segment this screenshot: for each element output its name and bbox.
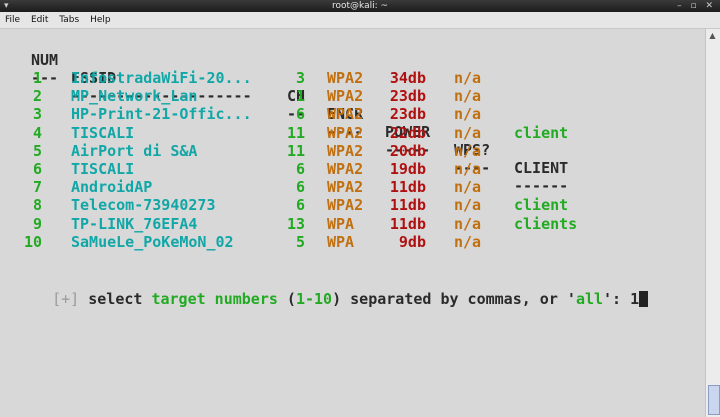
row-essid: TISCALI: [71, 123, 135, 142]
row-essid: InfostradaWiFi-20...: [71, 69, 252, 87]
menu-tabs[interactable]: Tabs: [59, 15, 79, 25]
row-wps: n/a: [454, 214, 482, 233]
row-num: 6: [32, 160, 42, 178]
terminal-window: ▾ root@kali: ~ – ▫ ✕ File Edit Tabs Help…: [0, 0, 720, 417]
row-essid: AndroidAP: [71, 178, 153, 197]
row-power: 9db: [398, 232, 426, 251]
row-client: clients: [514, 214, 578, 233]
menu-help[interactable]: Help: [90, 15, 111, 25]
title-bar: ▾ root@kali: ~ – ▫ ✕: [0, 0, 720, 12]
row-num: 2: [32, 87, 42, 106]
row-wps: n/a: [454, 69, 482, 87]
row-encr: WPA2: [327, 178, 364, 197]
row-num: 5: [32, 141, 42, 160]
row-ch: 6: [295, 178, 305, 197]
row-num: 8: [32, 196, 42, 215]
target-prompt: [+] select target numbers (1-10) separat…: [16, 269, 649, 308]
prompt-input[interactable]: 1: [630, 290, 639, 308]
row-wps: n/a: [454, 160, 482, 178]
row-wps: n/a: [454, 141, 482, 160]
row-num: 1: [32, 69, 42, 87]
row-wps: n/a: [454, 105, 482, 124]
row-num: 10: [23, 232, 42, 251]
row-ch: 3: [295, 69, 305, 87]
row-ch: 1: [295, 87, 305, 106]
row-encr: WPA2: [327, 69, 364, 87]
row-ch: 6: [295, 160, 305, 178]
row-encr: WPA: [327, 232, 355, 251]
sep-client: ------: [514, 177, 569, 195]
row-power: 23db: [389, 87, 426, 106]
row-essid: AirPort di S&A: [71, 141, 198, 160]
row-num: 3: [32, 105, 42, 124]
vertical-scrollbar[interactable]: ▲: [705, 29, 720, 417]
row-ch: 6: [295, 105, 305, 124]
prompt-text-3: ) separated by commas, or ': [332, 290, 576, 308]
row-power: 22db: [389, 123, 426, 142]
row-essid: TISCALI: [71, 160, 135, 178]
row-ch: 5: [295, 232, 305, 251]
window-title: root@kali: ~: [331, 1, 389, 11]
row-essid: Telecom-73940273: [71, 196, 216, 215]
prompt-text-4: ':: [603, 290, 631, 308]
row-client: client: [514, 196, 569, 215]
row-num: 4: [32, 123, 42, 142]
row-wps: n/a: [454, 87, 482, 106]
row-essid: SaMueLe_PoKeMoN_02: [71, 232, 234, 251]
row-client: client: [514, 123, 569, 142]
row-power: 11db: [389, 178, 426, 197]
row-wps: n/a: [454, 232, 482, 251]
header-client: CLIENT: [514, 159, 569, 177]
row-ch: 6: [295, 196, 305, 215]
row-encr: WPA2: [327, 141, 364, 160]
text-cursor: [639, 291, 649, 307]
menu-bar: File Edit Tabs Help: [0, 12, 720, 29]
prompt-green-3: all: [575, 290, 604, 308]
row-essid: MP_Network_Lan: [71, 87, 198, 106]
prompt-text-1: select: [79, 290, 152, 308]
scroll-up-arrow-icon[interactable]: ▲: [707, 31, 718, 41]
prompt-green-1: target numbers: [151, 290, 278, 308]
row-wps: n/a: [454, 178, 482, 197]
row-wps: n/a: [454, 196, 482, 215]
row-ch: 11: [286, 123, 305, 142]
row-encr: WPA2: [327, 87, 364, 106]
menu-edit[interactable]: Edit: [31, 15, 48, 25]
row-wps: n/a: [454, 123, 482, 142]
row-power: 19db: [389, 160, 426, 178]
row-encr: WPA2: [327, 160, 364, 178]
row-power: 11db: [389, 214, 426, 233]
row-encr: WPA: [327, 214, 355, 233]
prompt-marker: [+]: [52, 290, 80, 308]
table-header: NUM ESSID CH ENCR POWER WPS? CLIENT: [0, 33, 568, 177]
row-num: 9: [32, 214, 42, 233]
row-power: 11db: [389, 196, 426, 215]
prompt-green-2: 1-10: [295, 290, 333, 308]
row-power: 20db: [389, 141, 426, 160]
menu-file[interactable]: File: [5, 15, 20, 25]
row-power: 34db: [389, 69, 426, 87]
row-essid: HP-Print-21-Offic...: [71, 105, 252, 124]
table-separator: --- -------------------- -- ---- ----- -…: [0, 51, 568, 195]
row-power: 23db: [389, 105, 426, 124]
scroll-thumb[interactable]: [708, 385, 720, 415]
row-essid: TP-LINK_76EFA4: [71, 214, 198, 233]
row-encr: WPA2: [327, 105, 364, 124]
row-num: 7: [32, 178, 42, 197]
row-encr: WPA2: [327, 123, 364, 142]
window-controls[interactable]: – ▫ ✕: [677, 0, 716, 12]
terminal-output[interactable]: NUM ESSID CH ENCR POWER WPS? CLIENT --- …: [0, 29, 706, 417]
row-encr: WPA2: [327, 196, 364, 215]
prompt-text-2: (: [277, 290, 296, 308]
row-ch: 13: [286, 214, 305, 233]
row-ch: 11: [286, 141, 305, 160]
